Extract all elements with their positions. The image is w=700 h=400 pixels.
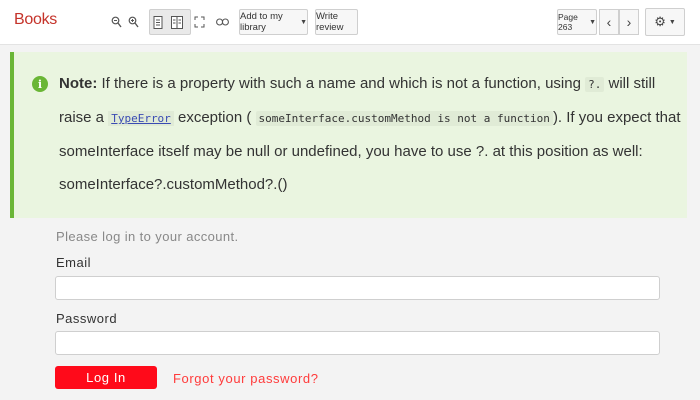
view-mode-group (149, 9, 191, 35)
note-text: Note: If there is a property with such a… (59, 67, 681, 201)
login-intro: Please log in to your account. (56, 229, 239, 244)
zoom-out-icon[interactable] (107, 9, 125, 35)
single-page-icon[interactable] (153, 16, 163, 34)
brand-title[interactable]: Books (14, 11, 57, 29)
caret-down-icon: ▼ (589, 18, 596, 26)
inline-code: someInterface.customMethod is not a func… (255, 111, 553, 126)
email-field[interactable] (55, 276, 660, 300)
toolbar: Books Add to my library ▼ Write review Pa… (0, 0, 700, 45)
page-select[interactable]: Page 263 ▼ (557, 9, 597, 35)
login-button[interactable]: Log In (55, 366, 157, 389)
info-icon: i (32, 76, 48, 92)
note-text-1: If there is a property with such a name … (97, 75, 586, 92)
write-review-button[interactable]: Write review (315, 9, 358, 35)
add-to-library-label: Add to my library (240, 11, 283, 33)
inline-code: ?. (585, 77, 605, 92)
note-title: Note: (59, 75, 98, 92)
prev-page-button[interactable]: ‹ (599, 9, 619, 35)
email-label: Email (56, 255, 92, 270)
password-label: Password (56, 311, 118, 326)
typeerror-link[interactable]: TypeError (108, 111, 174, 126)
note-box: i Note: If there is a property with such… (10, 52, 687, 218)
link-icon[interactable] (213, 9, 231, 35)
write-review-label: Write review (316, 11, 344, 33)
fullscreen-icon[interactable] (190, 9, 208, 35)
caret-down-icon: ▼ (300, 18, 307, 26)
chevron-right-icon: › (626, 14, 632, 30)
caret-down-icon: ▼ (668, 18, 676, 26)
chevron-left-icon: ‹ (606, 14, 612, 30)
two-page-icon[interactable] (171, 16, 183, 34)
forgot-password-link[interactable]: Forgot your password? (173, 371, 319, 386)
settings-button[interactable]: ⚙ ▼ (645, 8, 685, 36)
gear-icon: ⚙ (654, 14, 666, 29)
note-text-3: exception ( (173, 109, 252, 126)
next-page-button[interactable]: › (619, 9, 639, 35)
page-label: Page 263 (558, 12, 578, 32)
zoom-in-icon[interactable] (124, 9, 142, 35)
password-field[interactable] (55, 331, 660, 355)
add-to-library-button[interactable]: Add to my library ▼ (239, 9, 308, 35)
